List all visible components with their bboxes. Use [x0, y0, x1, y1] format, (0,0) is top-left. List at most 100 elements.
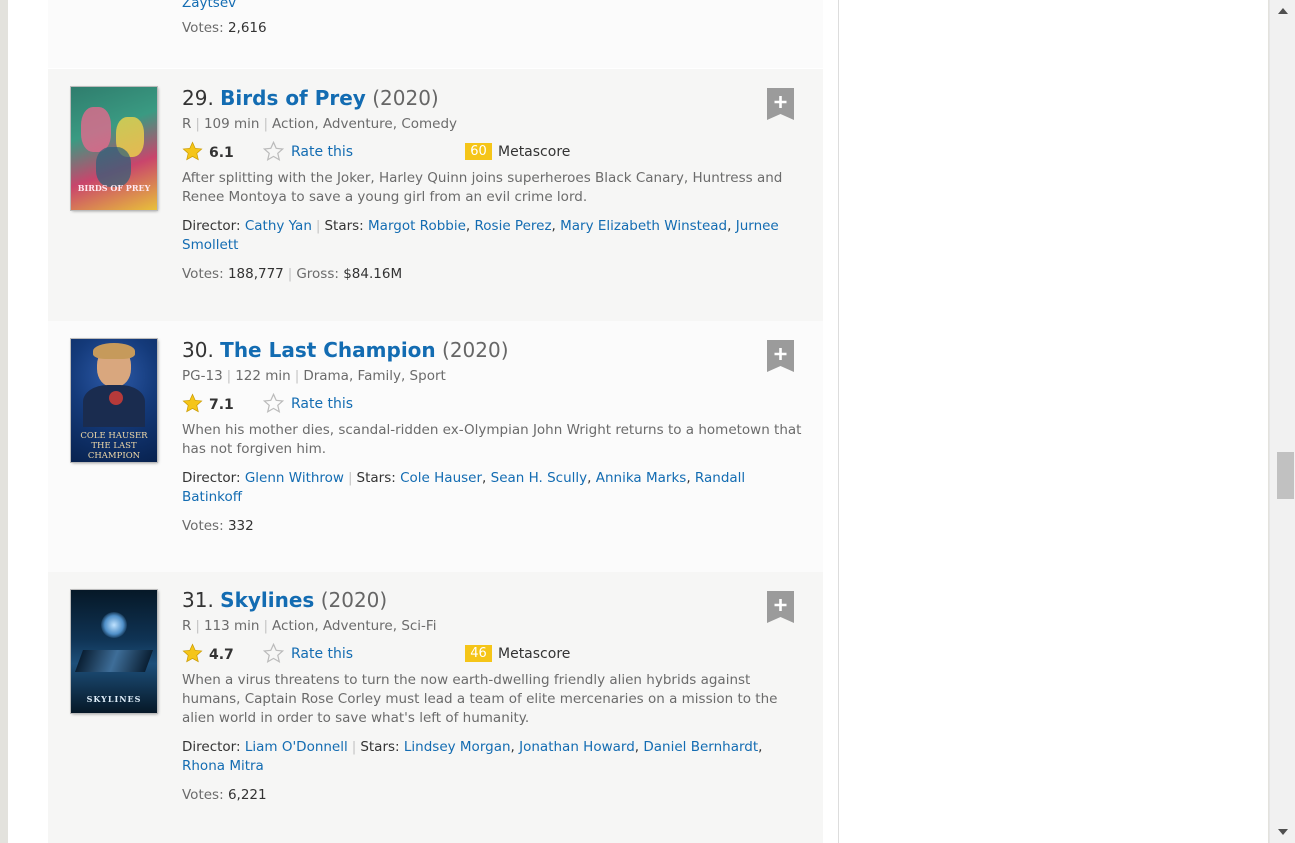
director-link[interactable]: Cathy Yan — [245, 218, 312, 234]
poster-image[interactable]: SKYLINES — [71, 590, 157, 713]
title-link[interactable]: The Last Champion — [220, 338, 435, 362]
ratings-bar: 6.1 Rate this 60 Metascore — [182, 141, 803, 165]
item-header: 31. Skylines (2020) — [182, 587, 803, 613]
vertical-scrollbar[interactable] — [1269, 0, 1295, 843]
genres: Action, Adventure, Comedy — [272, 116, 458, 132]
year: (2020) — [320, 588, 388, 612]
imdb-rating: 6.1 — [209, 145, 234, 161]
separator: | — [195, 618, 200, 634]
star-link[interactable]: Lindsey Morgan — [404, 739, 511, 755]
add-to-watchlist-icon[interactable] — [767, 88, 794, 120]
metascore-badge: 60 — [465, 143, 492, 160]
plot: When his mother dies, scandal-ridden ex-… — [182, 422, 802, 457]
votes-line: Votes: 6,221 — [182, 786, 803, 805]
add-to-watchlist-icon[interactable] — [767, 591, 794, 623]
separator: | — [294, 368, 300, 384]
certificate: R — [182, 618, 192, 634]
certificate: PG-13 — [182, 368, 223, 384]
star-link[interactable]: Daniel Bernhardt — [643, 739, 758, 755]
star-outline-icon[interactable] — [263, 393, 284, 414]
imdb-rating: 4.7 — [209, 647, 234, 663]
list-item-previous: Zaytsev Votes: 2,616 — [48, 0, 823, 68]
separator: | — [351, 739, 357, 755]
ratings-bar: 4.7 Rate this 46 Metascore — [182, 643, 803, 667]
star-link[interactable]: Margot Robbie — [368, 218, 466, 234]
list-item: BIRDS OF PREY 29. Birds of Prey (2020) R… — [48, 69, 823, 321]
metascore-label: Metascore — [498, 144, 571, 160]
star-outline-icon[interactable] — [263, 643, 284, 664]
runtime: 109 min — [203, 116, 260, 132]
item-header: 29. Birds of Prey (2020) — [182, 85, 803, 111]
votes-label: Votes: — [182, 787, 224, 803]
separator: | — [263, 618, 269, 634]
star-outline-icon[interactable] — [263, 141, 284, 162]
gross-label: Gross: — [296, 266, 339, 282]
star-icon — [182, 141, 203, 161]
star-link[interactable]: Cole Hauser — [400, 470, 482, 486]
star-icon — [182, 393, 203, 413]
director-label: Director: — [182, 739, 241, 755]
star-link[interactable]: Sean H. Scully — [491, 470, 588, 486]
add-to-watchlist-icon[interactable] — [767, 340, 794, 372]
poster-image[interactable]: BIRDS OF PREY — [71, 87, 157, 210]
separator: | — [195, 116, 200, 132]
stars-label: Stars: — [324, 218, 364, 234]
ratings-bar: 7.1 Rate this — [182, 393, 803, 417]
director-label: Director: — [182, 470, 241, 486]
genres: Action, Adventure, Sci-Fi — [272, 618, 437, 634]
credits: Director: Glenn Withrow | Stars: Cole Haus… — [182, 470, 746, 505]
votes-value: 332 — [227, 518, 254, 534]
meta-line: R | 109 min | Action, Adventure, Comedy — [182, 115, 803, 133]
title-link[interactable]: Skylines — [220, 588, 314, 612]
runtime: 113 min — [203, 618, 260, 634]
poster-title: BIRDS OF PREY — [77, 183, 151, 193]
item-header: 30. The Last Champion (2020) — [182, 337, 803, 363]
star-link[interactable]: Jonathan Howard — [519, 739, 635, 755]
star-link[interactable]: Rosie Perez — [475, 218, 552, 234]
poster-title: COLE HAUSER THE LAST CHAMPION — [80, 431, 148, 461]
title-link[interactable]: Birds of Prey — [220, 86, 366, 110]
scroll-up-arrow-icon[interactable] — [1278, 8, 1288, 14]
votes-line: Votes: 332 — [182, 517, 803, 536]
plot: When a virus threatens to turn the now e… — [182, 672, 778, 726]
list-item: SKYLINES 31. Skylines (2020) R | 113 min | A… — [48, 572, 823, 843]
star-icon — [182, 643, 203, 663]
plot: After splitting with the Joker, Harley Q… — [182, 170, 783, 205]
scroll-down-arrow-icon[interactable] — [1278, 829, 1288, 835]
votes-label: Votes: — [182, 20, 224, 36]
votes-label: Votes: — [182, 518, 224, 534]
poster-title: SKYLINES — [86, 694, 142, 704]
director-link[interactable]: Zaytsev — [182, 0, 236, 11]
rank: 29. — [182, 86, 214, 110]
votes-line: Votes: 188,777 | Gross: $84.16M — [182, 265, 803, 284]
year: (2020) — [372, 86, 439, 110]
credits: Director: Liam O'Donnell | Stars: Lindsey … — [182, 739, 763, 774]
rate-this-link[interactable]: Rate this — [291, 646, 353, 662]
runtime: 122 min — [235, 368, 291, 384]
genres: Drama, Family, Sport — [303, 368, 446, 384]
separator: | — [287, 266, 293, 282]
rate-this-link[interactable]: Rate this — [291, 396, 353, 412]
certificate: R — [182, 116, 192, 132]
scrollbar-thumb[interactable] — [1277, 452, 1294, 499]
votes-value: 188,777 — [227, 266, 284, 282]
votes-value: 6,221 — [227, 787, 267, 803]
page: Zaytsev Votes: 2,616 BIRDS OF PREY 29. B… — [8, 0, 1268, 843]
separator: | — [226, 368, 232, 384]
star-link[interactable]: Annika Marks — [596, 470, 687, 486]
poster-image[interactable]: COLE HAUSER THE LAST CHAMPION — [71, 339, 157, 462]
votes-value: 2,616 — [227, 20, 267, 36]
rate-this-link[interactable]: Rate this — [291, 144, 353, 160]
meta-line: PG-13 | 122 min | Drama, Family, Sport — [182, 367, 803, 385]
separator: | — [347, 470, 353, 486]
stars-label: Stars: — [360, 739, 400, 755]
star-link[interactable]: Rhona Mitra — [182, 758, 264, 774]
director-link[interactable]: Liam O'Donnell — [245, 739, 348, 755]
metascore-label: Metascore — [498, 646, 571, 662]
director-link[interactable]: Glenn Withrow — [245, 470, 344, 486]
gross-value: $84.16M — [343, 266, 403, 282]
separator: | — [263, 116, 269, 132]
stars-label: Stars: — [356, 470, 396, 486]
separator: | — [315, 218, 321, 234]
star-link[interactable]: Mary Elizabeth Winstead — [560, 218, 727, 234]
